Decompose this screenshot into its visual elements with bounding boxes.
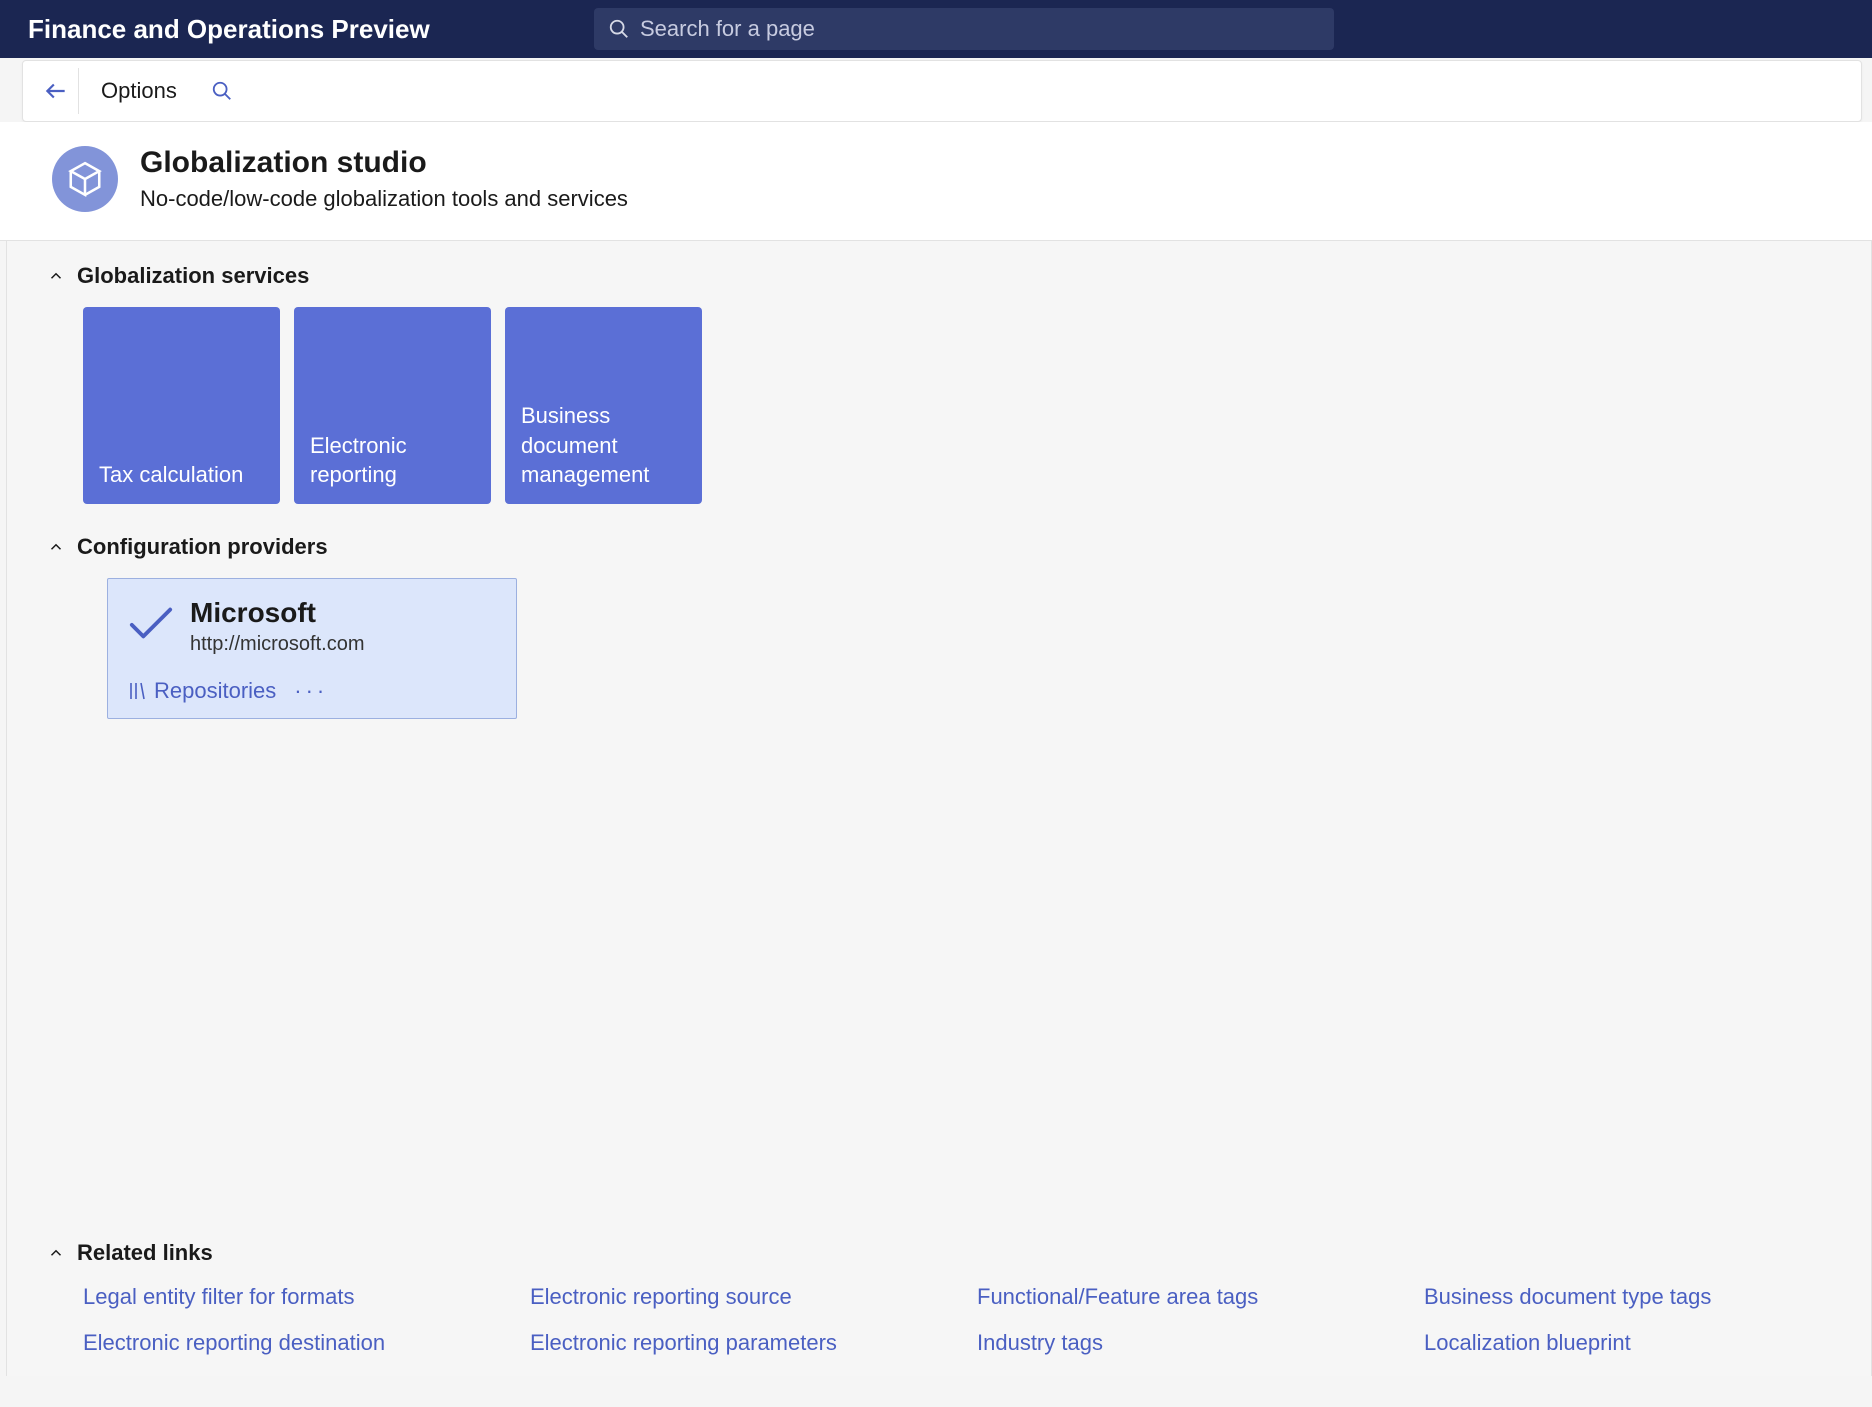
box-icon <box>66 160 104 198</box>
content-area: Globalization services Tax calculation E… <box>6 241 1872 1376</box>
chevron-up-icon <box>47 1244 65 1262</box>
section-header-services[interactable]: Globalization services <box>47 263 1837 289</box>
page-title: Globalization studio <box>140 146 628 180</box>
checkmark-icon <box>128 603 174 648</box>
app-title: Finance and Operations Preview <box>28 14 430 45</box>
section-title: Globalization services <box>77 263 309 289</box>
action-bar: Options <box>22 60 1862 122</box>
search-icon <box>608 18 630 40</box>
related-link[interactable]: Business document type tags <box>1424 1284 1831 1310</box>
section-services: Globalization services Tax calculation E… <box>47 263 1837 504</box>
tile-label: Electronic reporting <box>310 431 475 490</box>
tile-electronic-reporting[interactable]: Electronic reporting <box>294 307 491 504</box>
section-related: Related links Legal entity filter for fo… <box>7 1240 1871 1356</box>
page-header: Globalization studio No-code/low-code gl… <box>0 122 1872 241</box>
tile-label: Tax calculation <box>99 460 243 490</box>
repositories-link[interactable]: Repositories <box>128 678 276 704</box>
related-link[interactable]: Electronic reporting parameters <box>530 1330 937 1356</box>
tile-business-document-management[interactable]: Business document management <box>505 307 702 504</box>
related-link[interactable]: Electronic reporting destination <box>83 1330 490 1356</box>
top-bar: Finance and Operations Preview <box>0 0 1872 58</box>
filter-button[interactable] <box>199 68 245 114</box>
related-link[interactable]: Localization blueprint <box>1424 1330 1831 1356</box>
provider-url: http://microsoft.com <box>190 633 365 656</box>
search-input[interactable] <box>640 16 1320 42</box>
section-header-related[interactable]: Related links <box>47 1240 1831 1266</box>
related-link[interactable]: Electronic reporting source <box>530 1284 937 1310</box>
related-link[interactable]: Industry tags <box>977 1330 1384 1356</box>
more-menu-button[interactable]: ··· <box>294 678 328 704</box>
tile-label: Business document management <box>521 401 686 490</box>
section-providers: Configuration providers Microsoft http:/… <box>47 534 1837 719</box>
chevron-up-icon <box>47 538 65 556</box>
section-title: Configuration providers <box>77 534 328 560</box>
related-link[interactable]: Functional/Feature area tags <box>977 1284 1384 1310</box>
search-icon <box>211 80 233 102</box>
page-subtitle: No-code/low-code globalization tools and… <box>140 186 628 212</box>
repository-icon <box>128 681 146 701</box>
repositories-label: Repositories <box>154 678 276 704</box>
section-title: Related links <box>77 1240 213 1266</box>
options-button[interactable]: Options <box>83 78 195 104</box>
provider-name: Microsoft <box>190 597 365 629</box>
tile-tax-calculation[interactable]: Tax calculation <box>83 307 280 504</box>
related-link[interactable]: Legal entity filter for formats <box>83 1284 490 1310</box>
back-button[interactable] <box>33 68 79 114</box>
search-box[interactable] <box>594 8 1334 50</box>
chevron-up-icon <box>47 267 65 285</box>
back-arrow-icon <box>43 78 69 104</box>
section-header-providers[interactable]: Configuration providers <box>47 534 1837 560</box>
provider-card[interactable]: Microsoft http://microsoft.com Repositor… <box>107 578 517 719</box>
workspace-icon <box>52 146 118 212</box>
